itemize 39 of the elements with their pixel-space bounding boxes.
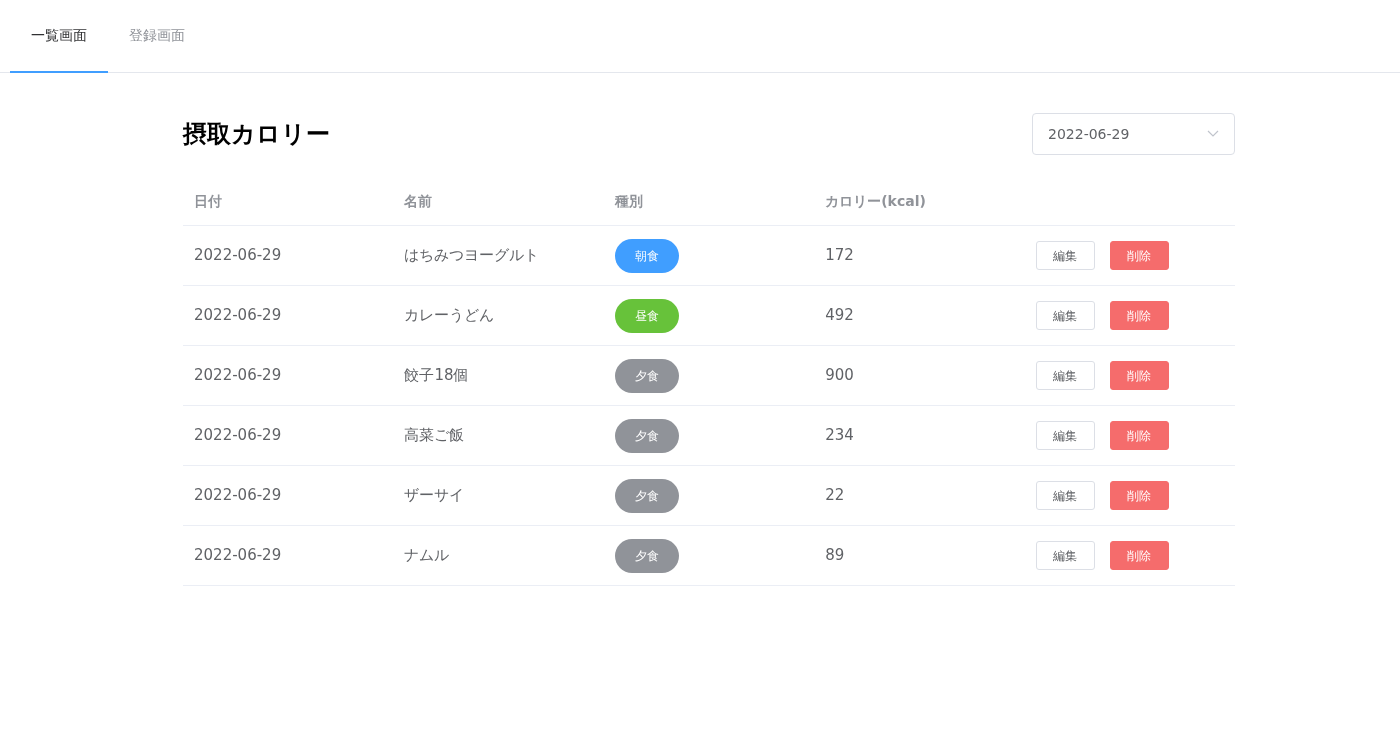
column-header: 日付 (193, 192, 223, 211)
calorie-cell-text: 492 (824, 305, 855, 327)
name-cell-text: 餃子18個 (403, 365, 470, 387)
calorie-cell-text: 172 (824, 245, 855, 267)
name-cell-text: ナムル (403, 545, 451, 567)
chevron-down-icon (1207, 130, 1219, 138)
meal-tag: 朝食 (614, 238, 679, 273)
date-cell-text: 2022-06-29 (193, 245, 283, 267)
edit-button[interactable]: 編集 (1035, 421, 1095, 450)
tab[interactable]: 一覧画面 (10, 0, 108, 73)
date-cell-text: 2022-06-29 (193, 425, 283, 447)
date-cell-text: 2022-06-29 (193, 485, 283, 507)
meal-tag: 夕食 (614, 418, 679, 453)
meal-tag: 昼食 (614, 298, 679, 333)
meal-tag: 夕食 (614, 538, 679, 573)
name-cell-text: カレーうどん (403, 305, 496, 327)
column-header: カロリー(kcal) (824, 192, 927, 211)
edit-button[interactable]: 編集 (1035, 361, 1095, 390)
page-title: 摂取カロリー (183, 119, 330, 150)
calorie-cell-text: 234 (824, 425, 855, 447)
date-select[interactable]: 2022-06-29 (1032, 113, 1235, 155)
name-cell-text: はちみつヨーグルト (403, 245, 541, 267)
calorie-cell-text: 22 (824, 485, 846, 507)
edit-button[interactable]: 編集 (1035, 481, 1095, 510)
column-header: 名前 (403, 192, 434, 211)
name-cell-text: 高菜ご飯 (403, 425, 466, 447)
column-header: 種別 (613, 192, 644, 211)
date-cell-text: 2022-06-29 (193, 305, 283, 327)
date-cell-text: 2022-06-29 (193, 545, 283, 567)
meal-tag: 夕食 (614, 358, 679, 393)
tab[interactable]: 登録画面 (108, 0, 206, 73)
date-cell-text: 2022-06-29 (193, 365, 283, 387)
calorie-cell-text: 89 (824, 545, 846, 567)
edit-button[interactable]: 編集 (1035, 541, 1095, 570)
edit-button[interactable]: 編集 (1035, 241, 1095, 270)
name-cell-text: ザーサイ (403, 485, 466, 507)
meal-tag: 夕食 (614, 478, 679, 513)
calorie-cell-text: 900 (824, 365, 855, 387)
edit-button[interactable]: 編集 (1035, 301, 1095, 330)
